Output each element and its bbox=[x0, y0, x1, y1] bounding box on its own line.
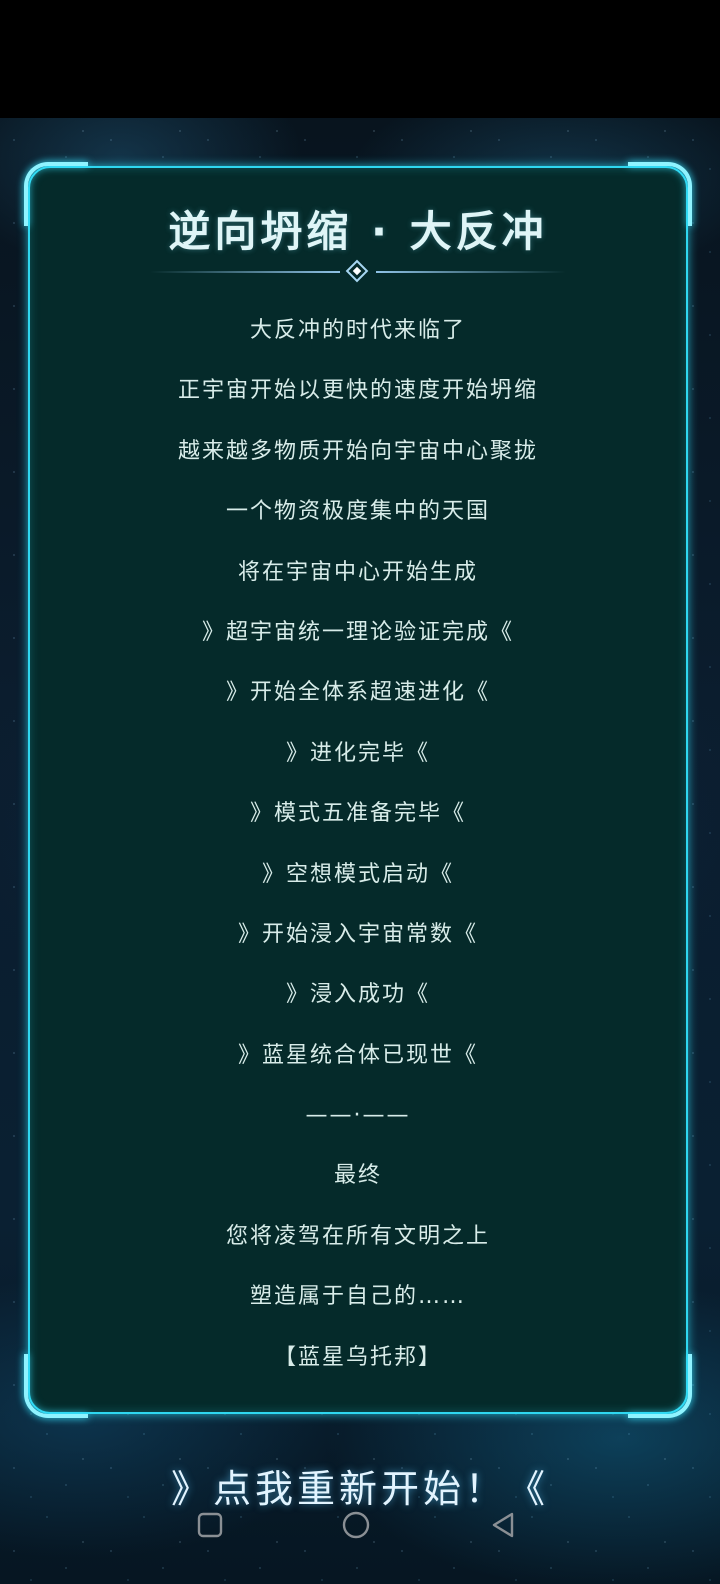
story-line: 大反冲的时代来临了 bbox=[249, 318, 466, 343]
story-line: 一个物资极度集中的天国 bbox=[225, 499, 490, 525]
panel-title: 逆向坍缩 · 大反冲 bbox=[168, 207, 548, 256]
recents-button[interactable] bbox=[193, 1508, 227, 1542]
story-line: 》蓝星统合体已现世《 bbox=[237, 1042, 478, 1068]
square-recents-icon bbox=[197, 1512, 223, 1538]
story-line: 》模式五准备完毕《 bbox=[249, 801, 466, 827]
story-line: 正宇宙开始以更快的速度开始坍缩 bbox=[177, 378, 538, 404]
top-black-bar bbox=[0, 0, 720, 118]
home-button[interactable] bbox=[339, 1508, 373, 1542]
story-line: 您将凌驾在所有文明之上 bbox=[225, 1223, 490, 1249]
section-separator: ——·—— bbox=[305, 1103, 411, 1129]
triangle-back-icon bbox=[492, 1512, 514, 1538]
story-lines: 大反冲的时代来临了 正宇宙开始以更快的速度开始坍缩 越来越多物质开始向宇宙中心聚… bbox=[30, 316, 686, 1403]
game-screen: 逆向坍缩 · 大反冲 大反冲的时代来临了 正宇宙开始以更快的速度开始坍缩 越来越… bbox=[0, 0, 720, 1584]
title-divider bbox=[150, 259, 566, 283]
ending-panel: 逆向坍缩 · 大反冲 大反冲的时代来临了 正宇宙开始以更快的速度开始坍缩 越来越… bbox=[24, 162, 692, 1418]
story-line: 塑造属于自己的…… bbox=[249, 1284, 466, 1310]
story-line: 》空想模式启动《 bbox=[261, 861, 454, 887]
divider-line-right bbox=[376, 271, 566, 273]
diamond-ornament-icon bbox=[345, 259, 369, 283]
story-line: 》超宇宙统一理论验证完成《 bbox=[201, 619, 514, 645]
story-line: 越来越多物质开始向宇宙中心聚拢 bbox=[177, 438, 538, 464]
ending-name: 【蓝星乌托邦】 bbox=[273, 1344, 442, 1370]
circle-home-icon bbox=[342, 1511, 370, 1539]
story-line: 最终 bbox=[333, 1163, 382, 1189]
story-line: 将在宇宙中心开始生成 bbox=[237, 559, 478, 585]
story-line: 》开始全体系超速进化《 bbox=[225, 680, 490, 706]
story-line: 》进化完毕《 bbox=[285, 740, 430, 766]
divider-line-left bbox=[150, 271, 340, 273]
story-line: 》开始浸入宇宙常数《 bbox=[237, 921, 478, 947]
system-nav-bar bbox=[0, 1500, 720, 1550]
back-button[interactable] bbox=[486, 1508, 520, 1542]
story-line: 》浸入成功《 bbox=[285, 982, 430, 1008]
